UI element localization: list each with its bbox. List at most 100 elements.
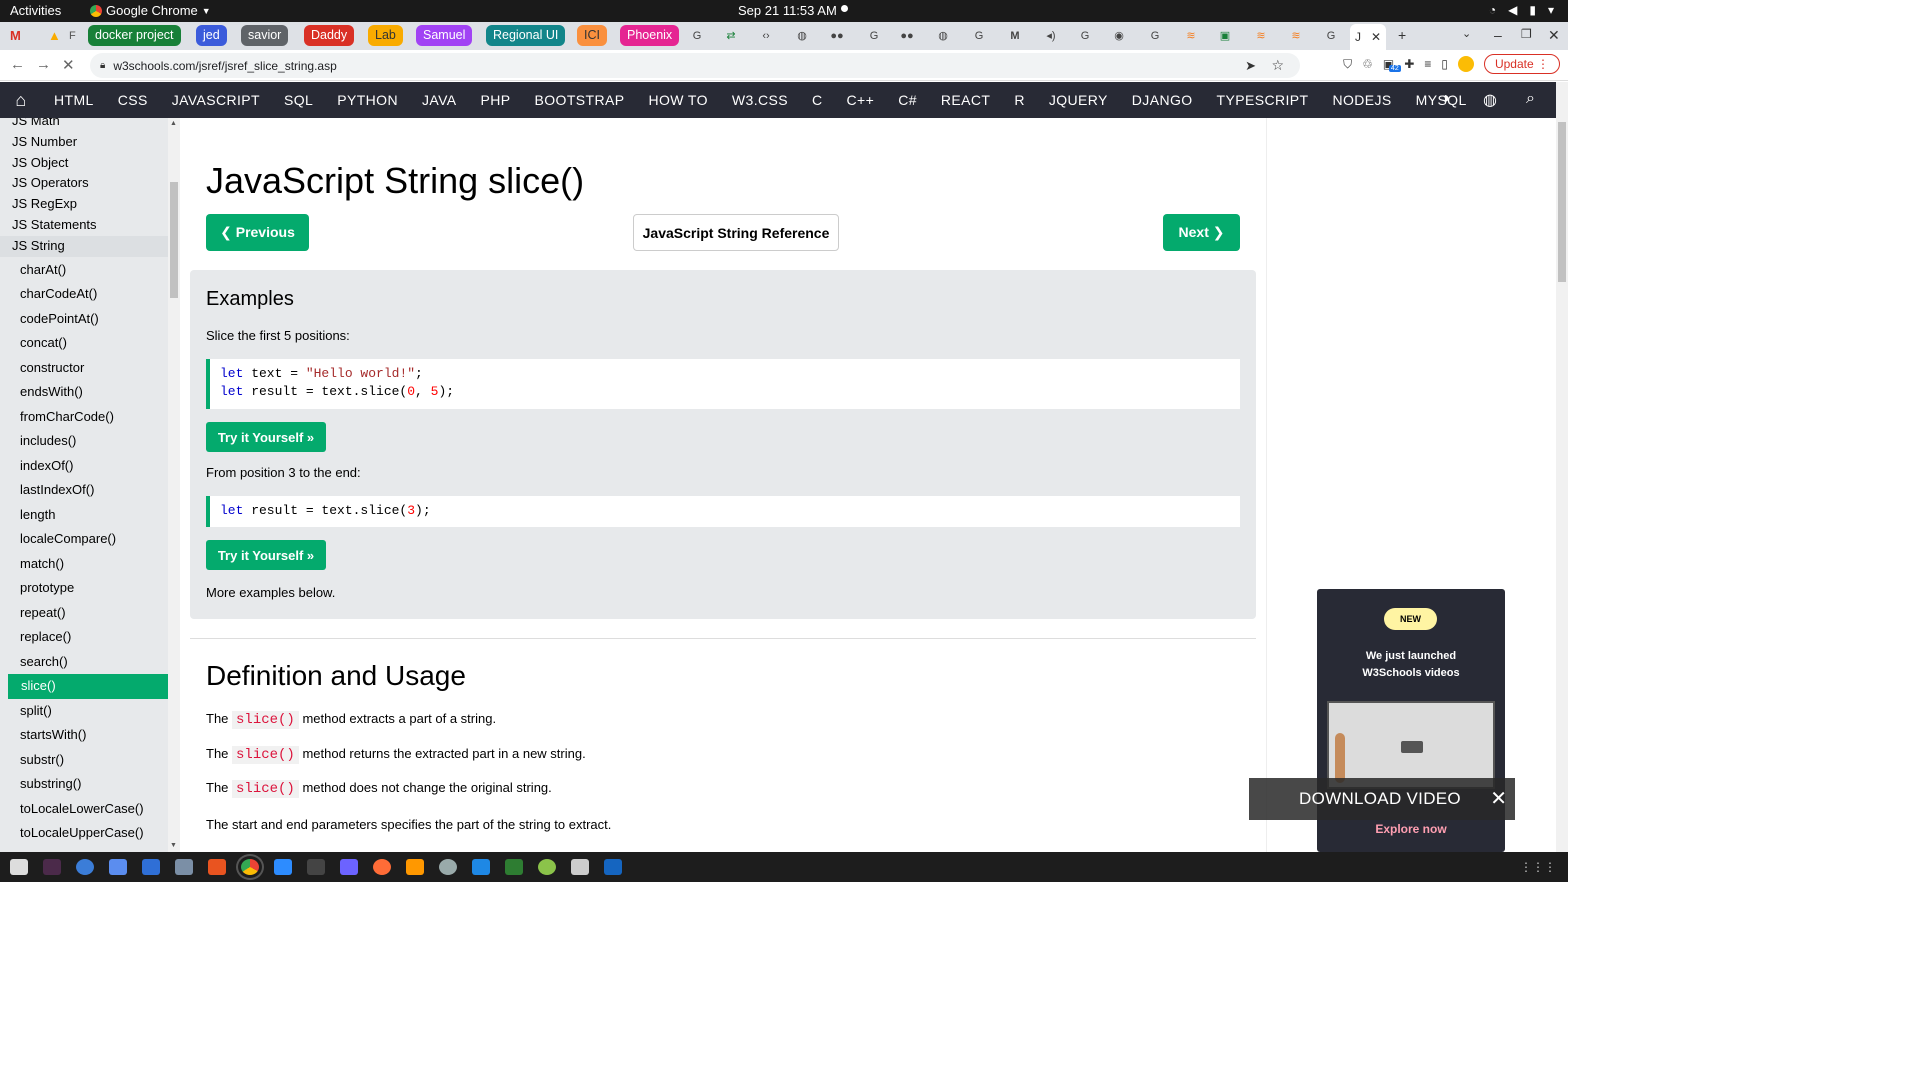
bookmark-small-tab[interactable]: F — [69, 25, 76, 46]
tab[interactable]: ≋ — [1285, 25, 1307, 46]
sidebar-subitem[interactable]: split() — [0, 699, 168, 724]
tab[interactable]: G — [968, 25, 990, 46]
sidebar-subitem[interactable]: toLocaleLowerCase() — [0, 797, 168, 822]
tab[interactable]: ◂) — [1040, 25, 1062, 46]
sidebar-subitem[interactable]: search() — [0, 650, 168, 675]
back-icon[interactable]: ← — [10, 56, 25, 73]
new-tab-button[interactable]: + — [1398, 27, 1406, 43]
nav-link[interactable]: HOW TO — [636, 92, 719, 108]
tab[interactable]: ≋ — [1250, 25, 1272, 46]
close-tab-icon[interactable]: ✕ — [1371, 30, 1381, 44]
activities-button[interactable]: Activities — [10, 3, 61, 18]
nav-link[interactable]: R — [1002, 92, 1037, 108]
sidebar-subitem[interactable]: indexOf() — [0, 454, 168, 479]
software-icon[interactable] — [208, 859, 226, 875]
app-menu[interactable]: Google Chrome ▼ — [90, 3, 211, 18]
search-icon[interactable]: ⌕ — [1526, 90, 1535, 108]
sidebar-subitem[interactable]: match() — [0, 552, 168, 577]
tab[interactable]: G — [863, 25, 885, 46]
download-video-bar[interactable]: DOWNLOAD VIDEO ✕ — [1249, 778, 1515, 820]
chat-icon[interactable] — [109, 859, 127, 875]
puzzle-icon[interactable]: ✚ — [1404, 57, 1414, 71]
next-button[interactable]: Next ❯ — [1163, 214, 1240, 251]
tab[interactable]: ▣ — [1214, 25, 1236, 46]
nav-link[interactable]: SQL — [272, 92, 325, 108]
sidebar-item[interactable]: JS Object — [0, 153, 168, 174]
show-desktop-icon[interactable] — [10, 859, 28, 875]
bookmark-savior[interactable]: savior — [241, 25, 289, 46]
nav-link[interactable]: PHP — [469, 92, 523, 108]
scroll-down-icon[interactable]: ▼ — [170, 842, 177, 849]
app-icon[interactable] — [340, 859, 358, 875]
scrollbar-thumb[interactable] — [1558, 122, 1566, 282]
video-thumbnail[interactable] — [1327, 701, 1495, 789]
update-button[interactable]: Update ⋮ — [1483, 54, 1560, 74]
tab[interactable]: ◍ — [932, 25, 954, 46]
sublime-icon[interactable] — [406, 859, 424, 875]
maximize-icon[interactable]: ❐ — [1521, 27, 1532, 41]
zoom-icon[interactable] — [274, 859, 292, 875]
bookmark-docker-project[interactable]: docker project — [88, 25, 181, 46]
try-it-yourself-button[interactable]: Try it Yourself » — [206, 422, 326, 452]
bookmark-daddy[interactable]: Daddy — [304, 25, 355, 46]
sidebar-subitem[interactable]: charAt() — [0, 258, 168, 283]
sidebar-subitem[interactable]: constructor — [0, 356, 168, 381]
bookmark-phoenix[interactable]: Phoenix — [620, 25, 680, 46]
side-panel-icon[interactable]: ▯ — [1441, 57, 1448, 71]
send-icon[interactable]: ➤ — [1245, 58, 1256, 74]
bookmark-regional-ui[interactable]: Regional UI — [486, 25, 566, 46]
system-tray[interactable]: ◔ ◀ ▮ ▾ — [1489, 3, 1554, 17]
tab[interactable]: G — [686, 25, 708, 46]
forward-icon[interactable]: → — [36, 56, 51, 73]
system-icon[interactable] — [175, 859, 193, 875]
console-icon[interactable] — [307, 859, 325, 875]
bookmark-samuel[interactable]: Samuel — [416, 25, 473, 46]
shield-icon[interactable]: ⛉ — [1343, 57, 1352, 72]
app-grid-icon[interactable]: ⋮⋮⋮ — [1520, 860, 1556, 874]
vim-icon[interactable] — [571, 859, 589, 875]
tab[interactable]: G — [1144, 25, 1166, 46]
sidebar-subitem[interactable]: lastIndexOf() — [0, 478, 168, 503]
sidebar-subitem[interactable]: substring() — [0, 772, 168, 797]
sidebar-subitem[interactable]: endsWith() — [0, 380, 168, 405]
previous-button[interactable]: ❮ Previous — [206, 214, 309, 251]
clock[interactable]: Sep 21 11:53 AM — [738, 3, 837, 18]
media-icon[interactable]: ≡ — [1424, 57, 1431, 71]
sidebar-subitem[interactable]: concat() — [0, 331, 168, 356]
nav-link[interactable]: C++ — [835, 92, 887, 108]
tab[interactable]: M — [1004, 25, 1026, 46]
bookmark-ici[interactable]: ICI — [577, 25, 607, 46]
tab[interactable]: ◍ — [791, 25, 813, 46]
nav-link[interactable]: JAVA — [410, 92, 469, 108]
files-icon[interactable] — [142, 859, 160, 875]
terminal-icon[interactable] — [43, 859, 61, 875]
try-it-yourself-button[interactable]: Try it Yourself » — [206, 540, 326, 570]
sidebar-subitem[interactable]: replace() — [0, 625, 168, 650]
sidebar-subitem[interactable]: includes() — [0, 429, 168, 454]
bookmark-star-icon[interactable]: ☆ — [1271, 57, 1284, 74]
vscode-icon[interactable] — [472, 859, 490, 875]
sidebar-subitem[interactable]: repeat() — [0, 601, 168, 626]
network-icon[interactable] — [604, 859, 622, 875]
sidebar-subitem-active[interactable]: slice() — [8, 674, 168, 699]
tab[interactable]: ≋ — [1180, 25, 1202, 46]
tab[interactable]: ⇄ — [720, 25, 742, 46]
nav-link[interactable]: DJANGO — [1120, 92, 1205, 108]
sidebar-subitem[interactable]: length — [0, 503, 168, 528]
sidebar-item[interactable]: JS Operators — [0, 173, 168, 194]
sidebar-item[interactable]: JS String — [0, 235, 168, 257]
help-icon[interactable] — [76, 859, 94, 875]
postman-icon[interactable] — [373, 859, 391, 875]
tab[interactable]: ●● — [896, 25, 918, 46]
sidebar-subitem[interactable]: startsWith() — [0, 723, 168, 748]
tab[interactable]: ‹› — [755, 25, 777, 46]
scrollbar-thumb[interactable] — [170, 182, 178, 298]
bookmark-jed[interactable]: jed — [196, 25, 227, 46]
recycle-icon[interactable]: ♲ — [1362, 57, 1373, 71]
gmail-pinned-tab[interactable]: M — [10, 25, 21, 46]
sidebar-subitem[interactable]: prototype — [0, 576, 168, 601]
dark-mode-icon[interactable]: ◑ — [1440, 90, 1450, 108]
nav-link[interactable]: HTML — [42, 92, 106, 108]
scroll-up-icon[interactable]: ▲ — [170, 120, 177, 127]
nav-link[interactable]: CSS — [106, 92, 160, 108]
